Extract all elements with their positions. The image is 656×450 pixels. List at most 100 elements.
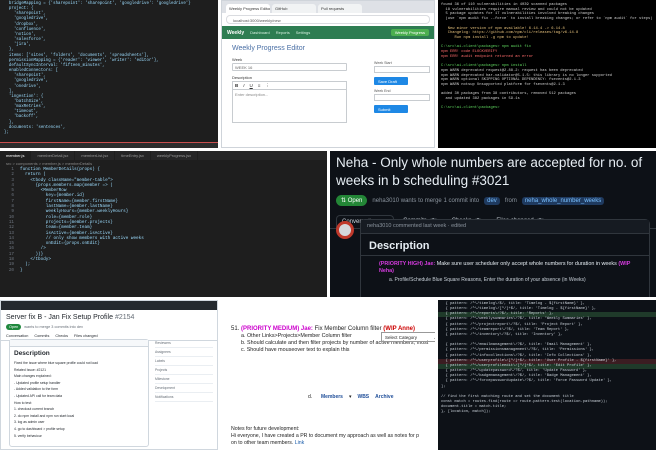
align-icon[interactable]: ≡	[258, 83, 261, 88]
sidebar-section[interactable]: Labels	[155, 357, 213, 366]
wbs-column[interactable]: WBS	[357, 394, 369, 400]
code-text: lastName={member.lastName}	[20, 204, 113, 210]
week-input[interactable]: WEEK 16	[232, 63, 347, 71]
progress-form: Weekly Progress Editor Week WEEK 16 Desc…	[232, 45, 347, 123]
task-document: 51. (PRIORITY MEDIUM) Jae: Fix Member Co…	[221, 300, 435, 450]
nav-link[interactable]: Reports	[276, 30, 290, 35]
code-line: 20}	[0, 268, 327, 273]
pr-tab[interactable]: Commits	[34, 334, 49, 338]
italic-icon[interactable]: I	[243, 83, 244, 88]
editor-tab[interactable]: weeklyProgress.jsx	[151, 151, 199, 160]
nav-link[interactable]: Dashboard	[250, 30, 270, 35]
browser-tab-strip: Weekly Progress Editor GitHub Pull reque…	[222, 1, 434, 13]
status-bar	[0, 142, 218, 148]
sidebar-section[interactable]: Development	[155, 384, 213, 393]
description-label: Description	[232, 75, 253, 80]
sidebar-section[interactable]: Assignees	[155, 348, 213, 357]
description-item: (PRIORITY HIGH) Jae: Make sure user sche…	[361, 260, 649, 276]
line-number: 20	[8, 267, 14, 273]
pr-title: Server fix B - Jan Fix Setup Profile #21…	[1, 310, 217, 322]
editor-tab[interactable]: member.js	[0, 151, 32, 160]
browser-window: Weekly Progress Editor GitHub Pull reque…	[221, 0, 435, 148]
app-logo[interactable]: Weekly	[227, 30, 244, 36]
code-editor-panel: bridgeMapping = {'sharepoint': 'sharepoi…	[0, 0, 218, 148]
rich-text-toolbar: B I U ≡ ⋮	[232, 81, 347, 89]
description-line: 3. log as admin user	[14, 420, 45, 425]
pr-meta: Open wants to merge 3 commits into dev	[1, 322, 217, 332]
nav-link[interactable]: Settings	[296, 30, 310, 35]
description-heading: Description	[14, 350, 50, 357]
browser-tab[interactable]: Weekly Progress Editor	[226, 4, 270, 13]
pr-tab[interactable]: Checks	[55, 334, 68, 338]
description-line: 5. verify behaviour	[14, 433, 42, 438]
code-lines: 1 function MemberDetails(props) {2 return…	[0, 167, 327, 273]
sidebar-section[interactable]: Reviewers	[155, 339, 213, 348]
editor-tab[interactable]: memberList.jsx	[75, 151, 116, 160]
description-line: - Updated profile setup handler	[14, 380, 61, 385]
browser-tab[interactable]: GitHub	[272, 4, 316, 13]
code-text: <MemberRow	[20, 188, 67, 194]
notes-link[interactable]: Link	[295, 440, 305, 446]
sidebar-section[interactable]: Projects	[155, 366, 213, 375]
week-start-input[interactable]	[374, 66, 430, 73]
code-text: {props.members.map(member => (	[20, 182, 113, 188]
sort-icon[interactable]: ▾	[349, 394, 352, 400]
pr-title: Neha - Only whole numbers are accepted f…	[336, 155, 643, 188]
form-sidebar: Week Start Save Draft Week End Submit	[374, 61, 430, 117]
base-branch[interactable]: dev	[484, 196, 500, 205]
members-column[interactable]: Members	[321, 394, 343, 400]
pr-meta-from: from	[504, 197, 517, 204]
code-text: </tbody>	[20, 257, 51, 263]
priority-tag: (PRIORITY HIGH) Jae:	[379, 261, 436, 267]
head-branch[interactable]: neha_whole_number_weeks	[521, 196, 605, 205]
avatar[interactable]	[336, 221, 354, 239]
sidebar-section[interactable]: Notifications	[155, 393, 213, 402]
bold-icon[interactable]: B	[235, 83, 238, 88]
code-text: team={member.team}	[20, 225, 93, 231]
diff-lines: { pattern: /^\/timelog\/$/, title: 'Time…	[438, 300, 656, 415]
pr-status-label: Open	[347, 198, 363, 204]
code-text: function MemberDetails(props) {	[20, 167, 100, 172]
sidebar-section[interactable]: Milestone	[155, 375, 213, 384]
save-draft-button[interactable]: Save Draft	[374, 77, 408, 85]
more-icon[interactable]: ⋮	[265, 83, 270, 88]
description-line: How to test:	[14, 400, 32, 405]
editor-tab[interactable]: memberDetail.jsx	[31, 151, 76, 160]
description-body: Fixed the issue where blue square profil…	[10, 360, 148, 439]
form-title: Weekly Progress Editor	[232, 45, 306, 52]
notes-title: Notes for future development:	[231, 426, 300, 432]
week-end-label: Week End	[374, 89, 391, 93]
pr-tab[interactable]: Conversation	[6, 334, 28, 338]
pr-open-icon: ⇅	[341, 198, 347, 204]
weekly-progress-button[interactable]: Weekly Progress	[390, 29, 429, 36]
ide-panel: member.js memberDetail.jsx memberList.jsx t…	[0, 151, 327, 297]
item-text: Make sure user scheduler only accept who…	[436, 261, 617, 267]
week-end-input[interactable]	[374, 94, 430, 101]
description-editor[interactable]: Enter description...	[232, 89, 347, 123]
description-line: - Added validation to the form	[14, 387, 59, 392]
priority-tag: (PRIORITY MEDIUM) Jae:	[241, 326, 313, 332]
category-select[interactable]: Select Category ⌄	[381, 332, 435, 342]
diff-panel: { pattern: /^\/timelog\/$/, title: 'Time…	[438, 300, 656, 450]
browser-tab[interactable]: Pull requests	[318, 4, 362, 13]
notes-section: Notes for future development: Hi everyon…	[231, 426, 433, 447]
breadcrumb[interactable]: src > components > member.js > memberDet…	[0, 160, 327, 167]
code-text: // only show members with active weeks	[20, 235, 144, 241]
pr-tab[interactable]: Files changed	[74, 334, 98, 338]
diff-line: }, [location, match]);	[441, 410, 491, 415]
submit-button[interactable]: Submit	[374, 105, 408, 113]
editor-tab[interactable]: timeEntry.jsx	[115, 151, 151, 160]
description-heading: Description	[361, 234, 649, 256]
address-bar[interactable]: localhost:3000/weekly/new	[226, 15, 430, 24]
description-subitem: a. Profile/Schedule Blue Square Reasons,…	[389, 277, 586, 283]
terminal-line: (use `npm audit fix --force` to install …	[441, 17, 653, 22]
underline-icon[interactable]: U	[250, 83, 253, 88]
description-line: 4. go to dashboard > profile setup	[14, 426, 65, 431]
terminal-line: C:\src\ai-client\packages>	[441, 106, 500, 111]
archive-column[interactable]: Archive	[375, 394, 393, 400]
week-label: Week	[232, 57, 243, 62]
notes-body-cont: on to other team members. Link	[231, 440, 433, 447]
pr-status-badge: Open	[6, 324, 22, 330]
task-subitem: c. Should have mouseover text to explain…	[241, 347, 350, 353]
chevron-down-icon: ⌄	[433, 335, 435, 341]
